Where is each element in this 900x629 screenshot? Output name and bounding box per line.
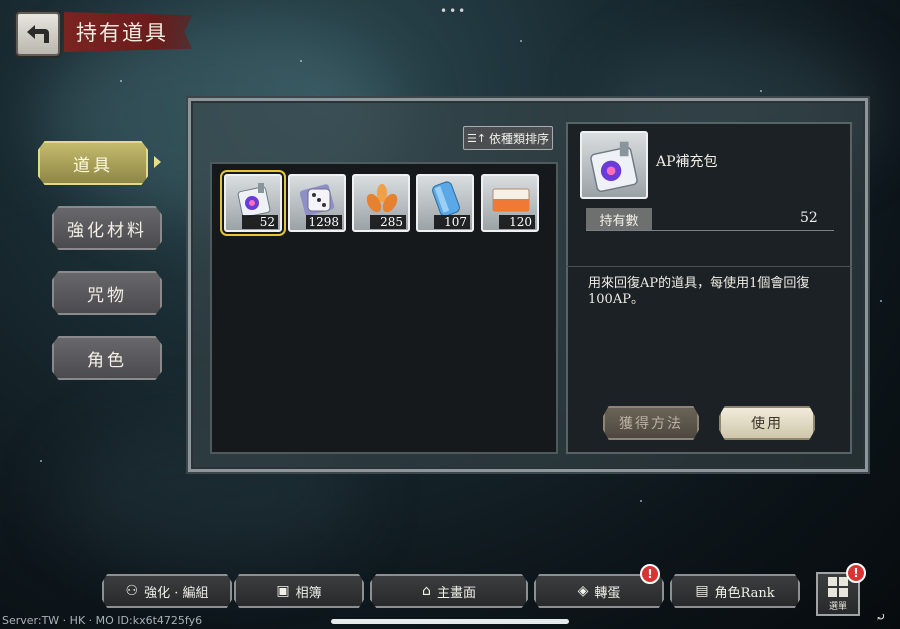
nav-label: 強化 · 編組 (144, 585, 209, 601)
nav-album[interactable]: ▣ 相簿 (234, 574, 364, 608)
home-indicator[interactable] (331, 619, 569, 624)
star (120, 80, 122, 82)
item-slot-orange-petals[interactable]: 285 (352, 174, 410, 232)
dice-tickets-icon (299, 184, 335, 216)
server-info: Server:TW · HK · MO ID:kx6t4725fy6 (2, 614, 203, 627)
grid-menu-icon (828, 577, 848, 597)
nav-label: 主畫面 (436, 585, 476, 601)
item-slot-ap-refill[interactable]: 52 (220, 170, 286, 236)
star (880, 300, 882, 302)
item-count: 285 (370, 215, 406, 229)
orange-ticket-icon (492, 188, 530, 212)
nav-label: 角色Rank (714, 585, 775, 601)
rotate-icon: ⤾ (876, 610, 887, 624)
top-dots-indicator: ••• (440, 4, 468, 18)
character-icon: ▤ (695, 583, 709, 599)
star (520, 40, 522, 42)
star (40, 460, 42, 462)
nav-home[interactable]: ⌂ 主畫面 (370, 574, 528, 608)
star (640, 500, 642, 502)
active-tab-arrow-icon (154, 156, 161, 168)
tab-characters[interactable]: 角色 (52, 336, 162, 380)
back-arrow-icon (27, 25, 49, 43)
tab-upgrade-materials[interactable]: 強化材料 (52, 206, 162, 250)
item-slot-dice-tickets[interactable]: 1298 (288, 174, 346, 232)
owned-count-label: 持有數 (586, 208, 652, 230)
item-count: 1298 (306, 215, 342, 229)
page-title: 持有道具 (64, 12, 192, 52)
item-count: 120 (499, 215, 535, 229)
nav-label: 轉蛋 (594, 585, 621, 601)
tab-label: 強化材料 (67, 220, 147, 241)
tab-label: 道具 (73, 155, 113, 176)
gacha-alert-badge: ! (640, 564, 660, 584)
menu-label: 選單 (828, 602, 847, 612)
tab-label: 咒物 (87, 285, 127, 306)
photo-icon: ▣ (276, 583, 290, 599)
back-button[interactable] (16, 12, 60, 56)
divider (586, 230, 834, 231)
sort-button[interactable]: ☰↑ 依種類排序 (463, 126, 553, 150)
item-count: 107 (434, 215, 470, 229)
ap-pack-icon (590, 141, 638, 193)
tab-label: 角色 (87, 350, 127, 371)
nav-character-rank[interactable]: ▤ 角色Rank (670, 574, 800, 608)
star (760, 90, 762, 92)
orange-petals-icon (366, 184, 398, 213)
tab-items[interactable]: 道具 (38, 141, 148, 185)
nav-label: 相簿 (295, 585, 322, 601)
item-count: 52 (242, 215, 278, 229)
item-description: 用來回復AP的道具，每使用1個會回復100AP。 (588, 276, 810, 307)
gacha-icon: ◈ (577, 583, 589, 599)
selected-item-icon (580, 131, 648, 199)
item-slot-orange-ticket[interactable]: 120 (481, 174, 539, 232)
selected-item-name: AP補充包 (656, 154, 718, 170)
star (300, 60, 302, 62)
tab-cursed-items[interactable]: 咒物 (52, 271, 162, 315)
nav-upgrade-team[interactable]: ⚇ 強化 · 編組 (102, 574, 232, 608)
ap-pack-icon (237, 183, 271, 218)
sort-icon: ☰↑ (466, 131, 487, 145)
people-icon: ⚇ (125, 583, 139, 599)
building-icon: ⌂ (422, 583, 431, 599)
blue-cylinder-icon (432, 181, 460, 217)
divider (566, 266, 852, 267)
use-button[interactable]: 使用 (719, 406, 815, 440)
sort-label: 依種類排序 (489, 131, 550, 146)
obtain-method-button[interactable]: 獲得方法 (603, 406, 699, 440)
item-slot-blue-cylinder[interactable]: 107 (416, 174, 474, 232)
owned-count-value: 52 (800, 210, 818, 226)
menu-alert-badge: ! (846, 563, 866, 583)
